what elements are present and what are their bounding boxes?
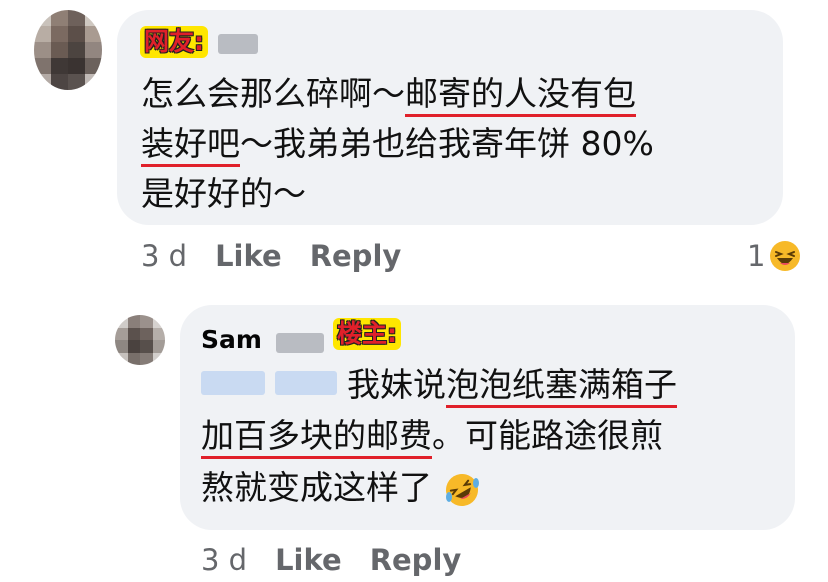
- like-button[interactable]: Like: [275, 543, 342, 577]
- commenter-avatar-pixelated[interactable]: [34, 10, 102, 90]
- comment-text-line: 怎么会那么碎啊～邮寄的人没有包: [141, 69, 636, 118]
- rolling-on-floor-laughing-icon: [445, 473, 479, 506]
- reply-button[interactable]: Reply: [370, 543, 462, 577]
- comment-text-line: 是好好的～: [141, 174, 306, 213]
- reply-text-line: 加百多块的邮费。可能路途很煎: [201, 411, 663, 460]
- reply-button[interactable]: Reply: [310, 239, 402, 273]
- reply-actions: 3 d Like Reply: [201, 542, 461, 578]
- laughing-emoji-icon: [770, 241, 801, 271]
- reply-author-name[interactable]: Sam: [201, 324, 262, 356]
- replier-avatar-pixelated[interactable]: [115, 315, 165, 365]
- redacted-mention: [201, 371, 265, 395]
- author-label-tag: 网友:: [140, 26, 208, 58]
- redacted-name: [276, 333, 324, 353]
- highlighted-text: 加百多块的邮费: [201, 416, 432, 459]
- highlighted-text: 泡泡纸塞满箱子: [446, 365, 677, 408]
- redacted-name: [218, 34, 258, 54]
- reply-text-line: 我妹说泡泡纸塞满箱子: [347, 360, 677, 409]
- reply-text-line: 熬就变成这样了: [201, 463, 481, 512]
- author-label-tag: 楼主:: [333, 318, 401, 350]
- redacted-mention: [275, 371, 337, 395]
- comment-actions: 3 d Like Reply: [141, 238, 401, 274]
- timestamp[interactable]: 3 d: [201, 543, 247, 577]
- highlighted-text: 装好吧: [141, 124, 240, 167]
- highlighted-text: 邮寄的人没有包: [405, 74, 636, 117]
- reaction-count: 1: [747, 239, 766, 273]
- timestamp[interactable]: 3 d: [141, 239, 187, 273]
- comment-text-line: 装好吧～我弟弟也给我寄年饼 80%: [141, 119, 654, 168]
- reaction-summary[interactable]: 1: [747, 238, 801, 274]
- like-button[interactable]: Like: [215, 239, 282, 273]
